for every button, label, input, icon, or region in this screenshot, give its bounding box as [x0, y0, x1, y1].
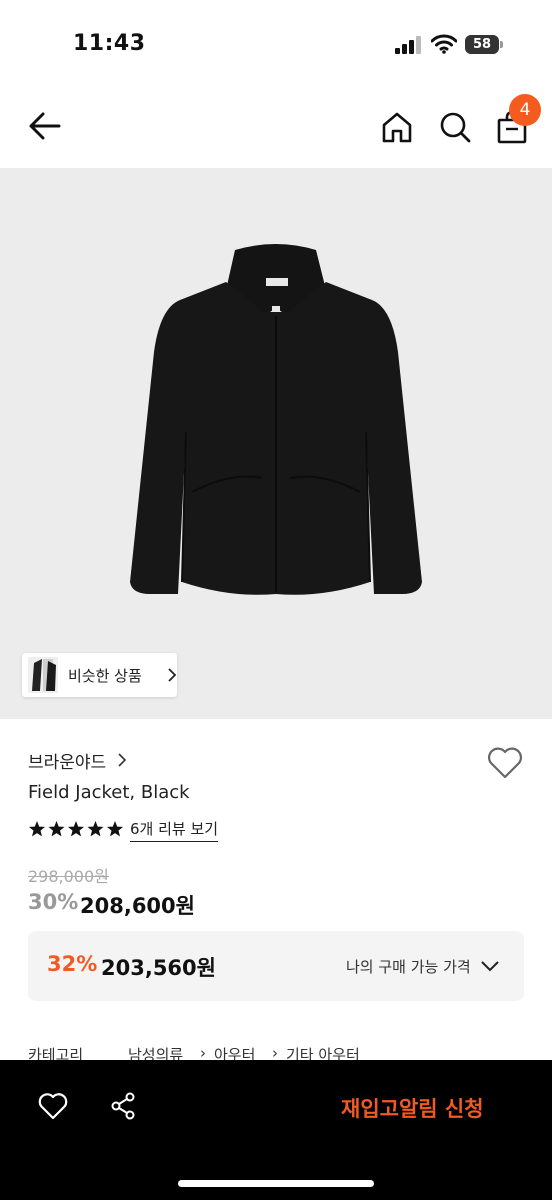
battery-level: 58 [465, 35, 499, 54]
home-icon[interactable] [380, 110, 414, 144]
product-name: Field Jacket, Black [28, 782, 190, 803]
star-rating [29, 821, 123, 837]
similar-products-label: 비슷한 상품 [68, 667, 142, 685]
star-icon [87, 821, 104, 837]
battery-indicator: 58 [465, 35, 503, 54]
star-icon [107, 821, 123, 837]
review-link[interactable]: 6개 리뷰 보기 [130, 818, 219, 842]
chevron-right-icon [168, 668, 177, 682]
discount-percent: 30% [28, 890, 79, 914]
star-icon [48, 821, 65, 837]
original-price: 298,000원 [28, 867, 109, 886]
heart-icon[interactable] [38, 1092, 68, 1120]
cart-count-badge: 4 [509, 94, 541, 126]
home-indicator [178, 1180, 374, 1187]
product-image-area[interactable]: 비슷한 상품 [0, 168, 552, 719]
top-nav-bar [0, 88, 552, 168]
status-bar: 11:43 58 [0, 0, 552, 88]
wifi-icon [431, 34, 457, 54]
my-price-percent: 32% [47, 952, 98, 976]
arrow-left-icon[interactable] [26, 110, 62, 142]
chevron-down-icon[interactable] [480, 959, 500, 973]
chevron-right-icon [118, 753, 127, 767]
heart-icon[interactable] [486, 746, 524, 780]
product-image [130, 244, 422, 595]
my-price-box[interactable]: 32% 203,560원 나의 구매 가능 가격 [28, 931, 524, 1001]
cellular-signal-icon [395, 36, 421, 54]
star-icon [68, 821, 84, 837]
battery-tip [500, 41, 503, 48]
product-detail-screen: 11:43 58 4 비슷한 상품 브라운야드 Field Jacket, Bl… [0, 0, 552, 1200]
bottom-action-bar: 재입고알림 신청 [0, 1060, 552, 1200]
restock-alert-button[interactable]: 재입고알림 신청 [341, 1093, 484, 1123]
search-icon[interactable] [438, 110, 472, 144]
star-icon [29, 821, 45, 837]
my-price-label: 나의 구매 가능 가격 [346, 958, 471, 976]
similar-products-button[interactable]: 비슷한 상품 [22, 653, 177, 697]
share-icon[interactable] [110, 1092, 136, 1120]
my-price-amount: 203,560원 [101, 956, 216, 980]
similar-product-thumbnail [28, 657, 58, 693]
status-time: 11:43 [73, 31, 146, 56]
sale-price: 208,600원 [80, 894, 195, 918]
brand-link[interactable]: 브라운야드 [28, 748, 106, 773]
